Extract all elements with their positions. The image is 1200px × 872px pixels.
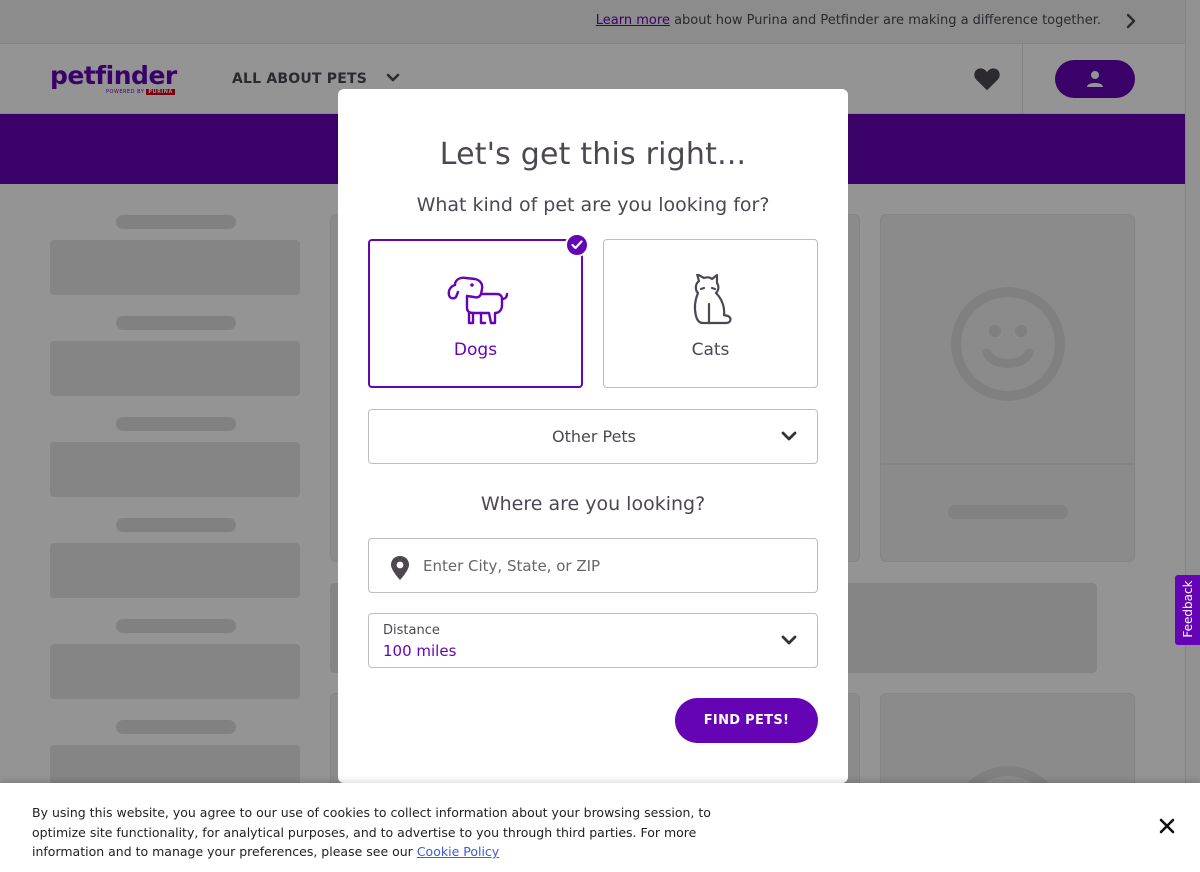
distance-label: Distance — [383, 623, 440, 638]
feedback-tab[interactable]: Feedback — [1175, 575, 1200, 645]
chevron-down-icon — [781, 431, 797, 441]
pet-option-cats-label: Cats — [691, 340, 730, 360]
cat-icon — [693, 274, 732, 325]
close-icon[interactable] — [1158, 817, 1176, 835]
pet-type-question: What kind of pet are you looking for? — [416, 194, 770, 216]
pet-option-dogs[interactable]: Dogs — [368, 239, 583, 388]
location-field[interactable] — [368, 538, 818, 593]
location-question: Where are you looking? — [480, 493, 706, 515]
cookie-banner: By using this website, you agree to our … — [0, 783, 1200, 872]
find-pets-button[interactable]: FIND PETS! — [675, 698, 818, 743]
pet-option-cats[interactable]: Cats — [603, 239, 818, 388]
dog-icon — [447, 276, 509, 325]
modal-title: Let's get this right... — [439, 137, 747, 172]
distance-value: 100 miles — [383, 642, 457, 660]
pet-option-dogs-label: Dogs — [453, 340, 498, 360]
cookie-policy-link[interactable]: Cookie Policy — [417, 844, 499, 859]
chevron-down-icon — [781, 635, 797, 645]
cookie-text: By using this website, you agree to our … — [32, 805, 711, 859]
other-pets-label: Other Pets — [551, 427, 637, 446]
pet-search-modal: Let's get this right... What kind of pet… — [338, 89, 848, 783]
location-pin-icon — [391, 556, 409, 580]
distance-select[interactable]: Distance 100 miles — [368, 613, 818, 668]
cookie-message: By using this website, you agree to our … — [32, 803, 722, 862]
feedback-label: Feedback — [1181, 580, 1195, 638]
checkmark-icon — [565, 233, 589, 257]
other-pets-dropdown[interactable]: Other Pets — [368, 409, 818, 464]
location-input[interactable] — [423, 540, 803, 591]
